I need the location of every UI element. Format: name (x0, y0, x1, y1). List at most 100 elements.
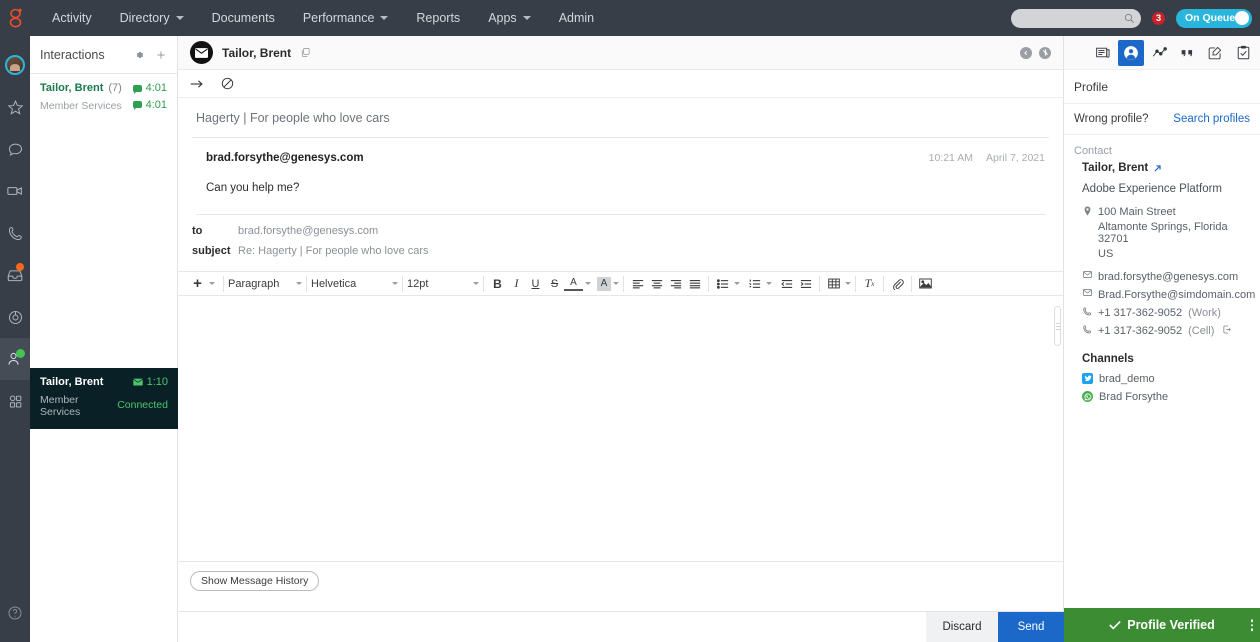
bold-button[interactable]: B (488, 274, 507, 293)
indent-icon[interactable] (796, 274, 815, 293)
copy-icon[interactable] (300, 47, 311, 58)
send-button[interactable]: Send (998, 612, 1064, 642)
wrapup-clipboard-icon[interactable] (1230, 40, 1256, 66)
external-link-icon[interactable] (1153, 164, 1162, 173)
interactions-person-icon[interactable] (0, 338, 30, 380)
phone-row[interactable]: +1 317-362-9052 (Work) (1082, 307, 1250, 319)
envelope-icon (1082, 289, 1092, 296)
bullet-list-icon[interactable] (713, 274, 732, 293)
clear-format-icon[interactable]: Tx (860, 274, 879, 293)
align-right-icon[interactable] (666, 274, 685, 293)
help-icon[interactable] (0, 592, 30, 634)
search-input[interactable] (1019, 12, 1124, 24)
message-editor[interactable] (178, 296, 1063, 562)
channel-row[interactable]: brad_demo (1082, 373, 1250, 385)
email-row[interactable]: brad.forsythe@genesys.com (1082, 271, 1250, 283)
nav-item-performance[interactable]: Performance (289, 0, 403, 36)
target-icon[interactable] (0, 296, 30, 338)
channel-handle: Brad Forsythe (1099, 391, 1168, 403)
video-camera-icon[interactable] (0, 170, 30, 212)
insert-plus-icon[interactable]: + (188, 274, 207, 293)
phone-row[interactable]: +1 317-362-9052 (Cell) (1082, 325, 1250, 337)
channel-row[interactable]: Brad Forsythe (1082, 391, 1250, 403)
profile-verified-button[interactable]: Profile Verified (1064, 608, 1260, 642)
address-street: 100 Main Street (1098, 206, 1176, 218)
favorites-star-icon[interactable] (0, 86, 30, 128)
outdent-icon[interactable] (777, 274, 796, 293)
contact-name-row[interactable]: Tailor, Brent (1082, 162, 1250, 174)
align-center-icon[interactable] (647, 274, 666, 293)
list-item[interactable]: Tailor, Brent (7) 4:01 Member Services 4… (30, 74, 177, 123)
subject-field[interactable]: Re: Hagerty | For people who love cars (238, 245, 429, 257)
paragraph-style-select[interactable]: Paragraph (228, 274, 302, 293)
italic-button[interactable]: I (507, 274, 526, 293)
font-size-select[interactable]: 12pt (407, 274, 479, 293)
underline-button[interactable]: U (526, 274, 545, 293)
settings-icon[interactable] (1039, 47, 1051, 59)
script-icon[interactable] (1090, 40, 1116, 66)
attachment-icon[interactable] (888, 274, 907, 293)
chevron-down-icon[interactable] (209, 282, 215, 285)
nav-item-apps[interactable]: Apps (474, 0, 545, 36)
user-avatar[interactable] (0, 44, 30, 86)
scrollbar-thumb[interactable] (1054, 306, 1061, 346)
genesys-logo-icon[interactable] (0, 8, 30, 28)
align-justify-icon[interactable] (685, 274, 704, 293)
chevron-down-icon (473, 282, 479, 285)
list-item[interactable]: Tailor, Brent 1:10 Member Services Conne… (30, 368, 178, 429)
timer-value: 1:10 (147, 376, 168, 388)
chevron-down-icon[interactable] (766, 282, 772, 285)
nav-item-activity[interactable]: Activity (38, 0, 106, 36)
chevron-down-icon[interactable] (734, 282, 740, 285)
insert-image-icon[interactable] (916, 274, 935, 293)
email-row[interactable]: Brad.Forsythe@simdomain.com (1082, 289, 1250, 301)
send-sms-icon[interactable] (1223, 325, 1231, 334)
plus-icon[interactable] (155, 49, 167, 61)
font-family-select[interactable]: Helvetica (311, 274, 398, 293)
quotes-icon[interactable] (1174, 40, 1200, 66)
to-field[interactable]: brad.forsythe@genesys.com (238, 225, 378, 237)
nav-label: Activity (52, 11, 92, 25)
notification-badge[interactable]: 3 (1151, 11, 1166, 26)
collapse-left-icon[interactable] (1020, 47, 1032, 59)
journey-icon[interactable] (1146, 40, 1172, 66)
interactions-header: Interactions (30, 36, 177, 74)
numbered-list-icon[interactable] (745, 274, 764, 293)
nav-item-reports[interactable]: Reports (402, 0, 474, 36)
transfer-arrow-icon[interactable] (190, 78, 204, 90)
nav-item-admin[interactable]: Admin (545, 0, 608, 36)
editor-scrollbar[interactable] (1054, 301, 1061, 557)
nav-item-documents[interactable]: Documents (198, 0, 289, 36)
chevron-down-icon[interactable] (845, 282, 851, 285)
chevron-down-icon (392, 282, 398, 285)
divider (306, 276, 307, 292)
search-profiles-link[interactable]: Search profiles (1173, 113, 1250, 125)
phone-type: (Work) (1188, 307, 1221, 319)
phone-icon[interactable] (0, 212, 30, 254)
highlight-color-button[interactable]: A (597, 277, 611, 291)
discard-button[interactable]: Discard (926, 612, 998, 642)
nav-item-directory[interactable]: Directory (106, 0, 198, 36)
global-search[interactable] (1011, 9, 1141, 28)
chevron-down-icon[interactable] (613, 282, 619, 285)
chevron-down-icon[interactable] (585, 282, 591, 285)
show-message-history-button[interactable]: Show Message History (190, 571, 319, 591)
email-subject-line: Hagerty | For people who love cars (192, 98, 1049, 138)
table-icon[interactable] (824, 274, 843, 293)
gear-icon[interactable] (133, 49, 145, 61)
inbox-icon[interactable] (0, 254, 30, 296)
strikethrough-button[interactable]: S (545, 274, 564, 293)
phone-icon (1082, 325, 1092, 334)
apps-grid-icon[interactable] (0, 380, 30, 422)
message-body: Can you help me? (192, 164, 1049, 214)
disconnect-blocked-icon[interactable] (221, 77, 234, 90)
chat-bubble-icon[interactable] (0, 128, 30, 170)
overflow-menu-icon[interactable] (1251, 619, 1254, 631)
queue-status-label: On Queue (1185, 12, 1235, 24)
text-color-button[interactable]: A (564, 276, 583, 291)
notes-edit-icon[interactable] (1202, 40, 1228, 66)
align-left-icon[interactable] (628, 274, 647, 293)
on-queue-toggle[interactable]: On Queue (1176, 9, 1252, 28)
profile-person-icon[interactable] (1118, 40, 1144, 66)
editor-text-area[interactable] (178, 296, 1063, 536)
